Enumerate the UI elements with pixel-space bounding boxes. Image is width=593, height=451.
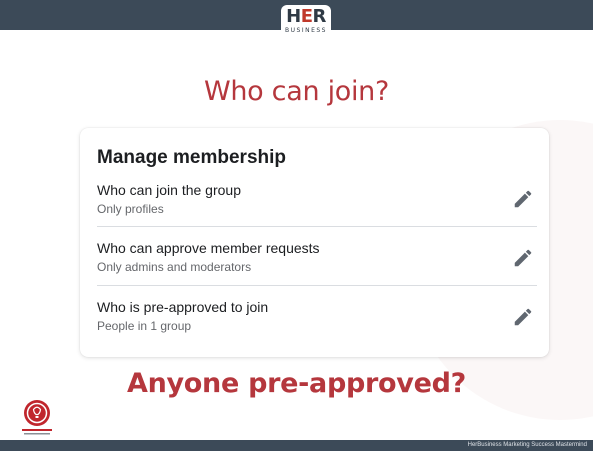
pencil-icon <box>514 249 532 267</box>
logo-subtext: BUSINESS <box>285 27 327 34</box>
setting-label: Who can approve member requests <box>97 240 320 256</box>
footer-text: HerBusiness Marketing Success Mastermind <box>467 442 587 448</box>
bottom-bar: HerBusiness Marketing Success Mastermind <box>0 440 593 451</box>
edit-who-can-approve-button[interactable] <box>509 244 537 272</box>
setting-row-who-can-join[interactable]: Who can join the group Only profiles <box>97 182 537 240</box>
setting-value: People in 1 group <box>97 319 192 333</box>
setting-label: Who can join the group <box>97 182 241 198</box>
edit-pre-approved-button[interactable] <box>509 303 537 331</box>
lightbulb-logo-icon <box>20 398 54 436</box>
setting-label: Who is pre-approved to join <box>97 299 269 315</box>
setting-row-pre-approved[interactable]: Who is pre-approved to join People in 1 … <box>97 299 537 357</box>
setting-row-who-can-approve[interactable]: Who can approve member requests Only adm… <box>97 240 537 298</box>
pencil-icon <box>514 308 532 326</box>
presentation-slide: HER BUSINESS Who can join? Manage member… <box>0 0 593 451</box>
setting-value: Only profiles <box>97 202 164 216</box>
divider <box>97 285 537 286</box>
herbusiness-logo: HER BUSINESS <box>281 5 331 41</box>
pencil-icon <box>514 190 532 208</box>
card-title: Manage membership <box>97 147 286 168</box>
manage-membership-card: Manage membership Who can join the group… <box>80 128 549 357</box>
setting-value: Only admins and moderators <box>97 260 252 274</box>
slide-title: Who can join? <box>203 76 390 107</box>
edit-who-can-join-button[interactable] <box>509 185 537 213</box>
slide-question: Anyone pre-approved? <box>126 368 466 399</box>
divider <box>97 226 537 227</box>
logo-wordmark: HER <box>286 6 326 27</box>
